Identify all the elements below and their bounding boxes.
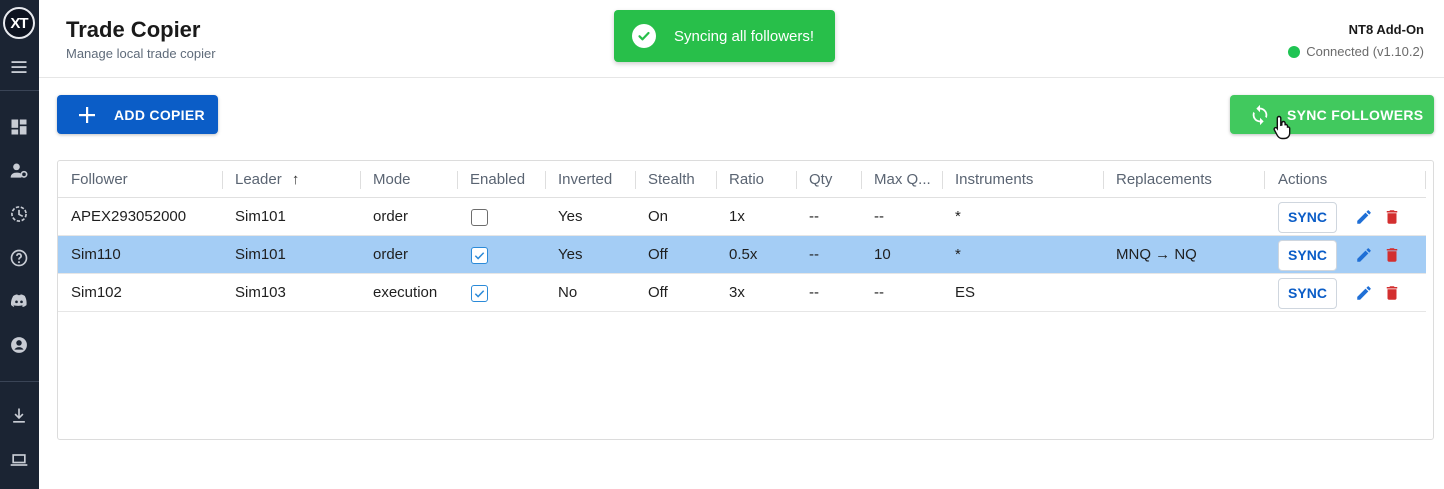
cell-leader: Sim101 (235, 246, 286, 263)
account-icon[interactable] (8, 334, 30, 356)
check-circle-icon (632, 24, 656, 48)
edit-icon[interactable] (1355, 246, 1373, 264)
col-max-qty[interactable]: Max Q... (874, 161, 931, 198)
checkmark-icon (474, 252, 485, 260)
help-icon[interactable] (8, 247, 30, 269)
col-leader-label: Leader (235, 171, 282, 188)
delete-icon[interactable] (1383, 208, 1401, 226)
hand-cursor-icon (1273, 115, 1291, 140)
add-copier-label: ADD COPIER (114, 106, 205, 123)
sync-button[interactable]: SYNC (1278, 240, 1337, 271)
cell-follower: APEX293052000 (71, 208, 187, 225)
checkmark-icon (474, 290, 485, 298)
cell-inverted: Yes (558, 246, 583, 263)
col-inverted[interactable]: Inverted (558, 161, 612, 198)
discord-icon[interactable] (8, 290, 30, 312)
sync-icon (1252, 104, 1268, 125)
connection-status-text: Connected (v1.10.2) (1306, 44, 1424, 59)
sync-button[interactable]: SYNC (1278, 202, 1337, 233)
col-stealth[interactable]: Stealth (648, 161, 695, 198)
dashboard-icon[interactable] (8, 116, 30, 138)
status-dot-icon (1288, 45, 1301, 58)
cell-leader: Sim101 (235, 208, 286, 225)
cell-replacements: MNQ → NQ (1116, 246, 1197, 263)
connection-status: Connected (v1.10.2) (1288, 44, 1424, 59)
plus-icon (79, 106, 95, 123)
download-icon[interactable] (8, 405, 30, 427)
col-qty[interactable]: Qty (809, 161, 832, 198)
col-leader[interactable]: Leader ↑ (235, 161, 299, 198)
cell-qty: -- (809, 246, 819, 263)
menu-icon[interactable] (8, 56, 30, 78)
cell-ratio: 1x (729, 208, 745, 225)
cell-follower: Sim110 (71, 246, 121, 263)
col-enabled[interactable]: Enabled (470, 161, 525, 198)
table-header: Follower Leader ↑ Mode Enabled Inverted … (58, 161, 1426, 198)
sync-followers-label: SYNC FOLLOWERS (1287, 106, 1424, 123)
delete-icon[interactable] (1383, 284, 1401, 302)
cell-max-qty: 10 (874, 246, 891, 263)
table-row[interactable]: Sim110 Sim101 order Yes Off 0.5x -- 10 *… (58, 236, 1426, 274)
col-replacements[interactable]: Replacements (1116, 161, 1212, 198)
sort-asc-icon[interactable]: ↑ (292, 171, 300, 188)
laptop-icon[interactable] (8, 449, 30, 471)
enabled-checkbox[interactable] (471, 285, 488, 302)
cell-follower: Sim102 (71, 284, 122, 301)
delete-icon[interactable] (1383, 246, 1401, 264)
cell-leader: Sim103 (235, 284, 286, 301)
col-instruments[interactable]: Instruments (955, 161, 1033, 198)
cell-instruments: ES (955, 284, 976, 301)
cell-ratio: 0.5x (729, 246, 758, 263)
sync-button[interactable]: SYNC (1278, 278, 1337, 309)
page-title: Trade Copier (66, 17, 201, 42)
table-row[interactable]: Sim102 Sim103 execution No Off 3x -- -- … (58, 274, 1426, 312)
enabled-checkbox[interactable] (471, 247, 488, 264)
edit-icon[interactable] (1355, 284, 1373, 302)
page-subtitle: Manage local trade copier (66, 46, 216, 61)
cell-mode: order (373, 208, 409, 225)
history-icon[interactable] (8, 203, 30, 225)
sync-followers-button[interactable]: SYNC FOLLOWERS (1230, 95, 1434, 134)
col-follower[interactable]: Follower (71, 161, 128, 198)
add-copier-button[interactable]: ADD COPIER (57, 95, 218, 134)
toast-message: Syncing all followers! (674, 27, 815, 45)
cell-instruments: * (955, 246, 961, 263)
col-ratio[interactable]: Ratio (729, 161, 764, 198)
cell-stealth: Off (648, 246, 668, 263)
cell-instruments: * (955, 208, 961, 225)
edit-icon[interactable] (1355, 208, 1373, 226)
cell-stealth: On (648, 208, 669, 225)
col-actions[interactable]: Actions (1278, 161, 1327, 198)
cell-qty: -- (809, 284, 819, 301)
copier-table: Follower Leader ↑ Mode Enabled Inverted … (57, 160, 1434, 440)
cell-ratio: 3x (729, 284, 745, 301)
cell-max-qty: -- (874, 284, 884, 301)
table-row[interactable]: APEX293052000 Sim101 order Yes On 1x -- … (58, 198, 1426, 236)
cell-mode: execution (373, 284, 438, 301)
sidebar: XT (0, 0, 39, 489)
col-mode[interactable]: Mode (373, 161, 411, 198)
toast-notification: Syncing all followers! (614, 10, 835, 62)
cell-inverted: No (558, 284, 578, 301)
users-settings-icon[interactable] (8, 160, 30, 182)
app-logo[interactable]: XT (3, 7, 35, 39)
cell-stealth: Off (648, 284, 668, 301)
cell-max-qty: -- (874, 208, 884, 225)
enabled-checkbox[interactable] (471, 209, 488, 226)
addon-label: NT8 Add-On (1348, 22, 1424, 37)
cell-mode: order (373, 246, 409, 263)
cell-inverted: Yes (558, 208, 583, 225)
cell-qty: -- (809, 208, 819, 225)
